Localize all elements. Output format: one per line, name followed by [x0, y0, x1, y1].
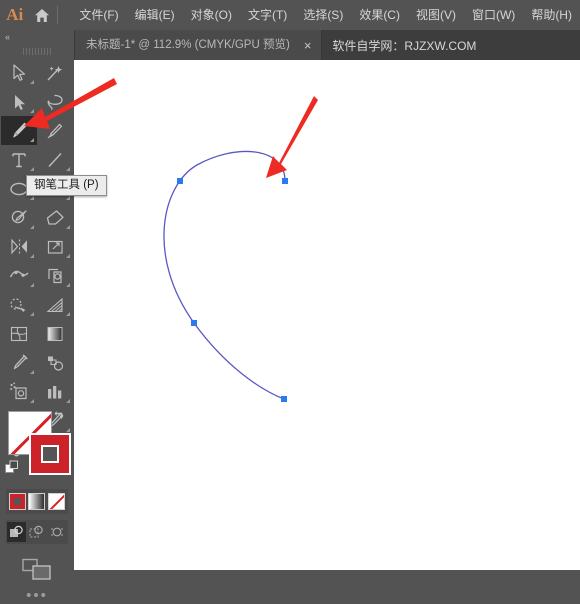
menu-object[interactable]: 对象(O)	[183, 4, 240, 26]
menu-edit[interactable]: 编辑(E)	[127, 4, 183, 26]
curvature-tool[interactable]	[37, 116, 73, 145]
type-tool[interactable]	[1, 145, 37, 174]
menu-select[interactable]: 选择(S)	[295, 4, 351, 26]
site-watermark-label: 软件自学网：RJZXW.COM	[332, 38, 477, 53]
menu-type[interactable]: 文字(T)	[240, 4, 295, 26]
fill-color-mode[interactable]	[9, 493, 27, 510]
draw-behind-mode[interactable]	[27, 522, 46, 542]
line-segment-tool[interactable]	[37, 145, 73, 174]
home-icon[interactable]	[29, 0, 55, 30]
menu-item-list: 文件(F) 编辑(E) 对象(O) 文字(T) 选择(S) 效果(C) 视图(V…	[71, 4, 580, 26]
selection-tool[interactable]	[1, 58, 37, 87]
draw-inside-mode[interactable]	[48, 522, 67, 542]
magic-wand-tool[interactable]	[37, 58, 73, 87]
tool-tooltip: 钢笔工具 (P)	[26, 175, 107, 196]
paint-mode-row	[6, 489, 68, 514]
direct-selection-tool[interactable]	[1, 87, 37, 116]
tab-bar: 未标题-1* @ 112.9% (CMYK/GPU 预览) × 软件自学网：RJ…	[0, 30, 580, 60]
drawn-path[interactable]	[163, 150, 286, 400]
illustrator-window: Ai 文件(F) 编辑(E) 对象(O) 文字(T) 选择(S) 效果(C) 视…	[0, 0, 580, 603]
anchor-point-1[interactable]	[177, 178, 183, 184]
shape-builder-tool[interactable]	[1, 290, 37, 319]
menu-window[interactable]: 窗口(W)	[464, 4, 523, 26]
menu-bar: Ai 文件(F) 编辑(E) 对象(O) 文字(T) 选择(S) 效果(C) 视…	[0, 0, 580, 30]
tab-strip: 未标题-1* @ 112.9% (CMYK/GPU 预览) × 软件自学网：RJ…	[74, 30, 580, 60]
menu-divider	[57, 6, 59, 24]
eyedropper-tool[interactable]	[1, 348, 37, 377]
gradient-mode[interactable]	[28, 493, 46, 510]
drawing-mode-row	[6, 520, 68, 544]
scale-tool[interactable]	[37, 232, 73, 261]
width-tool[interactable]	[1, 261, 37, 290]
swap-fill-stroke-icon[interactable]	[52, 409, 66, 423]
screen-mode-button[interactable]	[0, 553, 74, 585]
lasso-tool[interactable]	[37, 87, 73, 116]
column-graph-tool[interactable]	[37, 377, 73, 406]
menu-file[interactable]: 文件(F)	[71, 4, 126, 26]
none-mode[interactable]	[47, 493, 65, 510]
pen-tool[interactable]	[1, 116, 37, 145]
anchor-point-2[interactable]	[282, 178, 288, 184]
stroke-swatch-inner	[41, 445, 59, 463]
artboard-canvas[interactable]	[74, 60, 580, 570]
shaper-tool[interactable]	[1, 203, 37, 232]
red-arrow-to-path-endpoint	[266, 96, 318, 178]
anchor-point-4[interactable]	[281, 396, 287, 402]
panel-grip-handle[interactable]	[0, 44, 74, 58]
blend-tool[interactable]	[37, 348, 73, 377]
eraser-tool[interactable]	[37, 203, 73, 232]
vector-path-drawing	[163, 96, 318, 402]
document-tab[interactable]: 未标题-1* @ 112.9% (CMYK/GPU 预览) ×	[74, 30, 323, 60]
free-transform-tool[interactable]	[37, 261, 73, 290]
draw-normal-mode[interactable]	[6, 522, 26, 542]
anchor-point-3[interactable]	[191, 320, 197, 326]
default-fill-stroke-icon[interactable]	[5, 460, 20, 475]
more-tools-icon[interactable]: •••	[0, 588, 74, 603]
gradient-tool[interactable]	[37, 319, 73, 348]
menu-view[interactable]: 视图(V)	[408, 4, 464, 26]
app-logo: Ai	[6, 5, 24, 24]
close-icon[interactable]: ×	[302, 39, 314, 52]
menu-help[interactable]: 帮助(H)	[523, 4, 580, 26]
stroke-color-swatch[interactable]	[29, 433, 71, 475]
tool-grid	[1, 58, 74, 464]
perspective-grid-tool[interactable]	[37, 290, 73, 319]
tools-panel: « 钢笔工具 (P) •••	[0, 30, 107, 603]
menu-effect[interactable]: 效果(C)	[351, 4, 408, 26]
document-tab-label: 未标题-1* @ 112.9% (CMYK/GPU 预览)	[86, 39, 290, 51]
panel-collapse-icon[interactable]: «	[0, 30, 74, 44]
mesh-tool[interactable]	[1, 319, 37, 348]
symbol-sprayer-tool[interactable]	[1, 377, 37, 406]
rotate-tool[interactable]	[1, 232, 37, 261]
tool-group-corner	[30, 80, 34, 84]
